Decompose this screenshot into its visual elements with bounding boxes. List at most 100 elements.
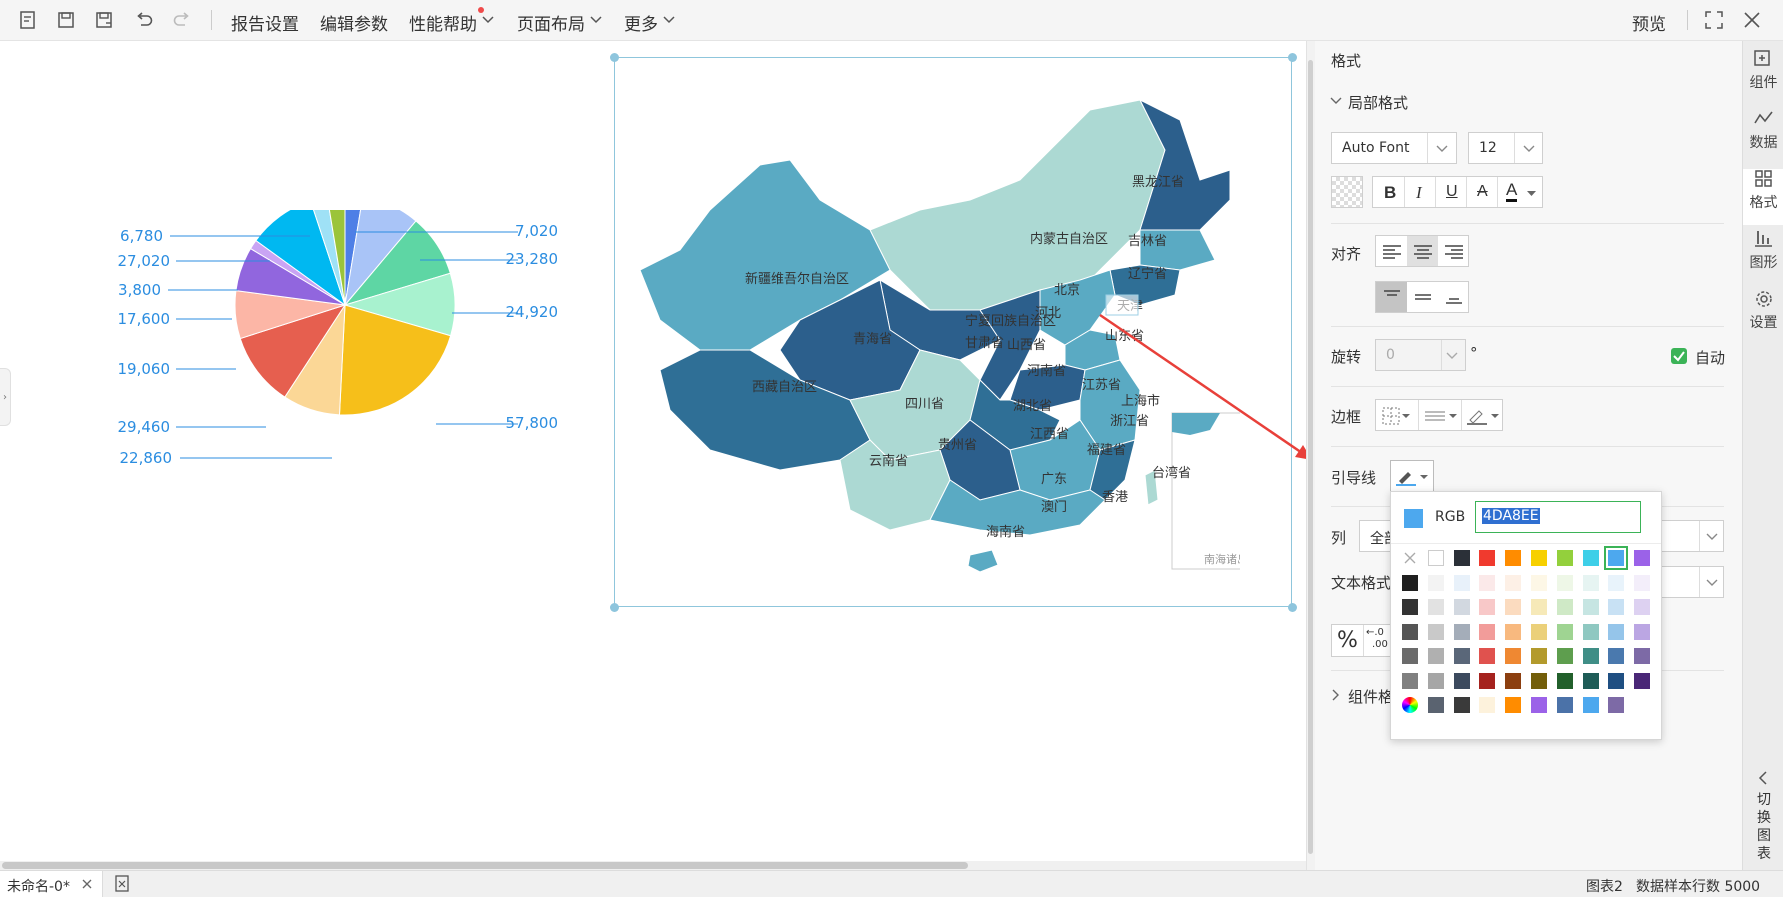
color-swatch[interactable] [1556, 574, 1573, 591]
align-bottom-icon[interactable] [1445, 289, 1463, 305]
color-swatch[interactable] [1634, 672, 1651, 689]
color-swatch[interactable] [1453, 550, 1470, 566]
chevron-down-icon[interactable] [1527, 190, 1536, 197]
color-swatch[interactable] [1608, 648, 1625, 664]
align-left-icon[interactable] [1383, 244, 1401, 260]
color-swatch[interactable] [1427, 672, 1444, 689]
color-swatch[interactable] [1427, 599, 1444, 615]
redo-icon[interactable] [170, 8, 194, 32]
rail-tab-format[interactable]: 格式 [1743, 169, 1783, 225]
close-icon[interactable] [1740, 8, 1764, 32]
fullscreen-icon[interactable] [1702, 8, 1726, 32]
color-swatch[interactable] [1582, 648, 1599, 664]
underline-icon[interactable]: U [1446, 183, 1458, 201]
rotate-input[interactable]: 0 [1375, 339, 1466, 371]
resize-handle[interactable] [1288, 53, 1297, 62]
color-swatch[interactable] [1531, 648, 1547, 664]
color-swatch[interactable] [1453, 648, 1470, 664]
color-swatch[interactable] [1479, 574, 1496, 591]
border-line-icon[interactable] [1425, 407, 1457, 425]
color-swatch[interactable] [1634, 574, 1651, 591]
color-swatch[interactable] [1427, 648, 1444, 664]
italic-icon[interactable]: I [1416, 183, 1422, 203]
leader-line-color-button[interactable] [1390, 460, 1434, 492]
color-swatch[interactable] [1505, 574, 1522, 591]
color-swatch[interactable] [1505, 648, 1522, 664]
color-swatch[interactable] [1453, 697, 1470, 713]
font-size-select[interactable]: 12 [1468, 132, 1543, 164]
color-swatch[interactable] [1505, 599, 1522, 615]
rail-tab-component[interactable]: 组件 [1743, 49, 1783, 105]
resize-handle[interactable] [610, 53, 619, 62]
rail-tab-graph[interactable]: 图形 [1743, 229, 1783, 285]
color-swatch[interactable] [1453, 574, 1470, 591]
color-swatch[interactable] [1479, 648, 1496, 664]
color-swatch[interactable] [1505, 697, 1522, 713]
color-swatch[interactable] [1505, 550, 1522, 566]
pie-chart[interactable]: 6,780 27,020 3,800 17,600 19,060 29,460 22,860… [100, 210, 580, 480]
border-style-icon[interactable] [1382, 407, 1410, 425]
menu-more[interactable]: 更多 [624, 10, 658, 35]
color-swatch[interactable] [1556, 623, 1573, 640]
sheet-tab[interactable]: 未命名-0* [0, 871, 103, 897]
add-sheet-icon[interactable] [114, 875, 132, 893]
color-swatch[interactable] [1402, 648, 1418, 664]
color-swatch[interactable] [1402, 574, 1418, 591]
color-swatch[interactable] [1556, 550, 1573, 566]
color-swatch[interactable] [1479, 550, 1496, 566]
color-swatch[interactable] [1608, 697, 1625, 713]
component-format-section[interactable]: 组件格 [1348, 686, 1393, 707]
color-swatch[interactable] [1582, 697, 1599, 713]
map-region-hainan[interactable] [967, 549, 999, 573]
color-swatch[interactable] [1505, 672, 1522, 689]
border-color-icon[interactable] [1467, 407, 1499, 425]
chevron-down-icon[interactable] [1330, 96, 1342, 106]
color-swatch[interactable] [1505, 623, 1522, 640]
bold-icon[interactable]: B [1384, 183, 1396, 203]
chevron-down-icon[interactable] [482, 15, 494, 25]
preview-button[interactable]: 预览 [1632, 10, 1666, 35]
color-swatch[interactable] [1427, 550, 1444, 566]
text-format-select[interactable] [1660, 566, 1724, 598]
color-swatch[interactable] [1453, 623, 1470, 640]
align-right-icon[interactable] [1445, 244, 1463, 260]
color-swatch[interactable] [1531, 623, 1547, 640]
color-swatch[interactable] [1634, 648, 1651, 664]
color-swatch[interactable] [1556, 672, 1573, 689]
color-swatch[interactable] [1402, 672, 1418, 689]
color-swatch[interactable] [1608, 574, 1625, 591]
save-as-icon[interactable] [92, 8, 116, 32]
strikethrough-icon[interactable]: A [1477, 183, 1488, 201]
resize-handle[interactable] [610, 603, 619, 612]
color-swatch[interactable] [1531, 550, 1547, 566]
new-report-icon[interactable] [16, 8, 40, 32]
chevron-right-icon[interactable] [1331, 689, 1340, 701]
color-swatch[interactable] [1582, 550, 1599, 566]
color-swatch[interactable] [1531, 599, 1547, 615]
color-swatch[interactable] [1604, 546, 1629, 570]
save-icon[interactable] [54, 8, 78, 32]
menu-page-layout[interactable]: 页面布局 [517, 10, 585, 35]
color-swatch[interactable] [1479, 623, 1496, 640]
font-color-icon[interactable]: A [1506, 181, 1518, 202]
color-wheel-icon[interactable] [1402, 697, 1418, 713]
color-swatch[interactable] [1427, 623, 1444, 640]
color-swatch[interactable] [1531, 697, 1547, 713]
align-center-icon[interactable] [1414, 244, 1432, 260]
rail-tab-data[interactable]: 数据 [1743, 109, 1783, 165]
color-swatch[interactable] [1556, 599, 1573, 615]
color-swatch[interactable] [1427, 574, 1444, 591]
menu-perf-help[interactable]: 性能帮助 [409, 10, 477, 35]
color-swatch[interactable] [1582, 623, 1599, 640]
align-middle-icon[interactable] [1414, 289, 1432, 305]
rail-tab-settings[interactable]: 设置 [1743, 289, 1783, 345]
color-swatch[interactable] [1608, 623, 1625, 640]
auto-checkbox[interactable] [1671, 348, 1687, 364]
percent-button[interactable]: % [1337, 628, 1358, 653]
close-icon[interactable] [82, 879, 92, 889]
local-format-section[interactable]: 局部格式 [1348, 92, 1408, 113]
color-swatch[interactable] [1453, 672, 1470, 689]
color-swatch[interactable] [1608, 599, 1625, 615]
align-top-icon[interactable] [1383, 289, 1401, 305]
color-swatch[interactable] [1402, 623, 1418, 640]
